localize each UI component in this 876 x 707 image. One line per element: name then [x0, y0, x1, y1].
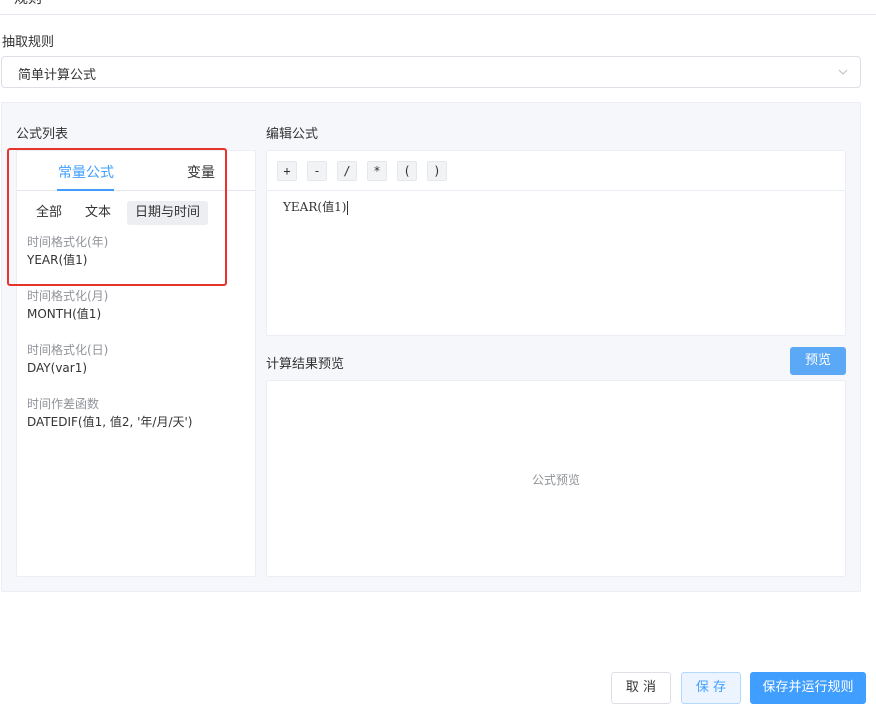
- editor-title: 编辑公式: [266, 127, 319, 142]
- page-title: 规则: [14, 0, 42, 8]
- subtab-all[interactable]: 全部: [28, 201, 70, 225]
- operator-divide-button[interactable]: /: [337, 161, 357, 181]
- formula-item-name: 时间作差函数: [27, 397, 100, 411]
- tab-variable[interactable]: 变量: [187, 162, 215, 182]
- formula-item-name: 时间格式化(月): [27, 289, 109, 303]
- operator-plus-button[interactable]: +: [277, 161, 297, 181]
- tab-active-indicator: [57, 189, 114, 191]
- preview-button[interactable]: 预览: [790, 347, 846, 375]
- formula-item-expr: DAY(var1): [27, 361, 88, 375]
- formula-editor[interactable]: + - / * ( ) YEAR(值1): [266, 150, 846, 336]
- operator-minus-button[interactable]: -: [307, 161, 327, 181]
- rule-select-value: 简单计算公式: [18, 68, 97, 83]
- subtab-date-time[interactable]: 日期与时间: [127, 201, 209, 225]
- cancel-button[interactable]: 取 消: [611, 672, 671, 704]
- rule-label: 抽取规则: [2, 35, 55, 50]
- formula-text: YEAR(值1): [283, 200, 347, 214]
- formula-item-expr: MONTH(值1): [27, 307, 102, 321]
- preview-placeholder: 公式预览: [531, 473, 580, 487]
- formula-item-name: 时间格式化(日): [27, 343, 109, 357]
- text-caret: [347, 200, 349, 215]
- save-button[interactable]: 保 存: [681, 672, 741, 704]
- formula-tab-bar: 常量公式 变量: [17, 151, 255, 191]
- formula-item-expr: YEAR(值1): [27, 253, 88, 267]
- preview-title: 计算结果预览: [266, 357, 345, 372]
- formula-item-expr: DATEDIF(值1, 值2, '年/月/天'): [27, 415, 193, 429]
- formula-item[interactable]: 时间格式化(年) YEAR(值1): [27, 234, 247, 269]
- preview-area: 公式预览: [266, 380, 846, 577]
- operator-multiply-button[interactable]: *: [367, 161, 387, 181]
- tab-constant-formula[interactable]: 常量公式: [58, 162, 114, 182]
- chevron-down-icon: [838, 69, 848, 75]
- operator-close-paren-button[interactable]: ): [427, 161, 447, 181]
- operator-open-paren-button[interactable]: (: [397, 161, 417, 181]
- formula-item[interactable]: 时间作差函数 DATEDIF(值1, 值2, '年/月/天'): [27, 396, 247, 431]
- formula-list: 常量公式 变量 全部 文本 日期与时间 时间格式化(年) YEAR(值1) 时间…: [16, 150, 256, 577]
- formula-list-title: 公式列表: [16, 127, 69, 142]
- formula-editor-content[interactable]: YEAR(值1): [283, 198, 349, 215]
- subtab-text[interactable]: 文本: [77, 201, 119, 225]
- formula-item[interactable]: 时间格式化(月) MONTH(值1): [27, 288, 247, 323]
- rule-select[interactable]: 简单计算公式: [1, 56, 861, 88]
- formula-item-name: 时间格式化(年): [27, 235, 109, 249]
- header-divider: [0, 14, 876, 15]
- operator-toolbar: + - / * ( ): [267, 151, 845, 191]
- formula-item[interactable]: 时间格式化(日) DAY(var1): [27, 342, 247, 377]
- save-and-run-button[interactable]: 保存并运行规则: [750, 672, 866, 704]
